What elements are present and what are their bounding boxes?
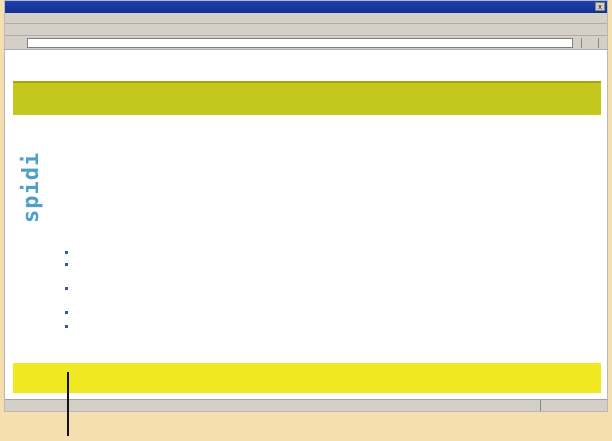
browser-window: x spidi [4,0,608,412]
go-button[interactable] [581,37,590,48]
table-row[interactable] [65,249,585,259]
row-bullet [65,287,68,290]
table-row[interactable] [65,297,585,307]
row-bullet [65,251,68,254]
close-button[interactable]: x [595,2,605,11]
status-zone [540,400,547,411]
table-row[interactable] [65,261,585,271]
status-bar [5,399,607,411]
address-input[interactable] [27,37,573,48]
top-banner [13,81,601,115]
table-row[interactable] [65,323,585,333]
address-bar [5,36,607,50]
page-content: spidi [13,53,603,399]
row-bullet [65,325,68,328]
row-bullet [65,263,68,266]
links-button[interactable] [598,37,607,48]
title-bar: x [5,1,607,13]
toolbar [5,24,607,36]
menu-bar [5,13,607,24]
bottom-banner [13,363,601,393]
results-header [65,237,585,247]
row-bullet [65,311,68,314]
table-row[interactable] [65,309,585,319]
table-row[interactable] [65,285,585,295]
pointer-line [67,372,69,436]
spidi-logo: spidi [19,151,44,223]
table-row[interactable] [65,273,585,283]
